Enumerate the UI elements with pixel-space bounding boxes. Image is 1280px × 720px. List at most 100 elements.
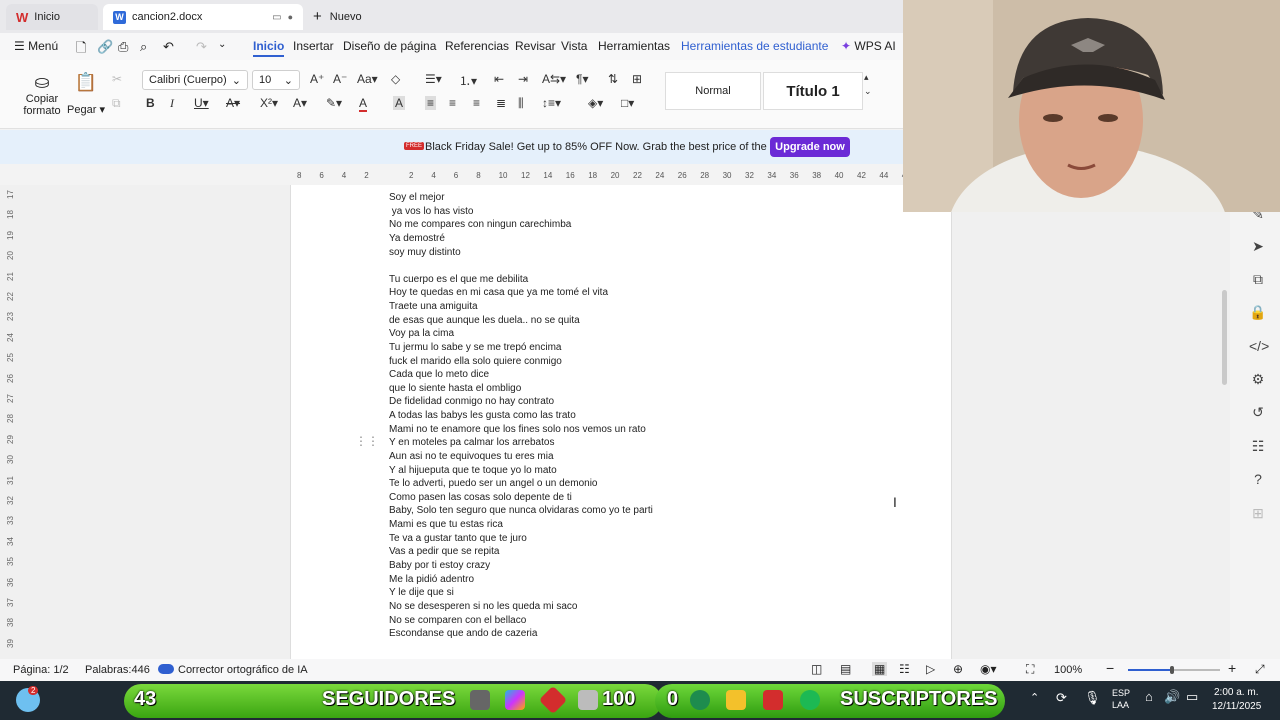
- styles-scroll-up-icon[interactable]: ▴: [864, 72, 869, 83]
- strikethrough-icon[interactable]: A▾: [226, 96, 240, 110]
- font-family-select[interactable]: Calibri (Cuerpo) ⌄: [142, 70, 248, 90]
- language-bottom[interactable]: LAA: [1112, 700, 1129, 710]
- document-line[interactable]: Y en moteles pa calmar los arrebatos: [389, 437, 554, 448]
- menu-tab-wps-ai[interactable]: ✦ WPS AI: [841, 39, 896, 53]
- play-icon[interactable]: ▷: [926, 662, 935, 676]
- grid-icon[interactable]: ⊞: [1249, 505, 1267, 523]
- document-line[interactable]: Ya demostré: [389, 233, 445, 244]
- shading-icon[interactable]: ◈▾: [588, 96, 603, 110]
- link-icon[interactable]: 🔗: [97, 39, 113, 55]
- document-line[interactable]: Vas a pedir que se repita: [389, 546, 499, 557]
- volume-icon[interactable]: 🔊: [1164, 689, 1180, 705]
- vertical-ruler[interactable]: 17 18 19 20 21 22 23 24 25 26 27 28 29 30 31 32 33 34 35 36…: [0, 190, 22, 655]
- outline-icon[interactable]: ☷: [1249, 438, 1267, 456]
- increase-indent-icon[interactable]: ⇥: [518, 72, 528, 86]
- distribute-icon[interactable]: ⫼: [518, 96, 524, 111]
- spotify-icon[interactable]: [800, 690, 820, 710]
- monitor-icon[interactable]: ▭: [272, 12, 281, 23]
- underline-icon[interactable]: U▾: [194, 96, 209, 110]
- document-line[interactable]: Soy el mejor: [389, 192, 445, 203]
- page-view-icon[interactable]: ▤: [840, 662, 851, 676]
- document-line[interactable]: Como pasen las cosas solo depente de ti: [389, 492, 572, 503]
- document-line[interactable]: Baby, Solo ten seguro que nunca olvidara…: [389, 505, 653, 516]
- table-icon[interactable]: ⊞: [632, 72, 642, 86]
- code-icon[interactable]: </>: [1249, 338, 1269, 356]
- zoom-slider-thumb[interactable]: [1170, 666, 1174, 674]
- document-line[interactable]: Te va a gustar tanto que te juro: [389, 533, 527, 544]
- copy-icon[interactable]: ⧉: [112, 96, 121, 111]
- drag-handle-icon[interactable]: ⋮⋮: [355, 434, 379, 448]
- highlight-icon[interactable]: ✎▾: [326, 96, 342, 110]
- document-line[interactable]: A todas las babys les gusta como las tra…: [389, 410, 576, 421]
- upgrade-now-button[interactable]: Upgrade now: [770, 137, 850, 157]
- document-line[interactable]: Y le dije que si: [389, 587, 454, 598]
- fit-page-icon[interactable]: ⛶: [1026, 662, 1034, 677]
- borders-icon[interactable]: □▾: [621, 96, 634, 110]
- zoom-out-icon[interactable]: −: [1106, 660, 1114, 676]
- lock-icon[interactable]: 🔒: [1249, 304, 1267, 322]
- italic-icon[interactable]: I: [170, 96, 174, 111]
- menu-tab-inicio[interactable]: Inicio: [253, 39, 285, 57]
- sort-icon[interactable]: ⇅: [608, 72, 618, 86]
- increase-font-icon[interactable]: A⁺: [310, 72, 324, 86]
- calculator-icon[interactable]: [578, 690, 598, 710]
- text-effect-icon[interactable]: A▾: [293, 96, 307, 110]
- battery-icon[interactable]: ▭: [1186, 689, 1198, 705]
- page-count[interactable]: Página: 1/2: [13, 664, 69, 676]
- copy-pages-icon[interactable]: ⧉: [1249, 271, 1267, 289]
- menu-tab-student-tools[interactable]: Herramientas de estudiante: [681, 39, 828, 53]
- document-line[interactable]: de esas que aunque les duela.. no se qui…: [389, 315, 580, 326]
- print-preview-icon[interactable]: ⌕: [140, 39, 147, 55]
- clock-date[interactable]: 12/11/2025: [1212, 701, 1261, 712]
- main-menu-button[interactable]: ☰ Menú: [14, 39, 58, 53]
- document-line[interactable]: No se desesperen si no les queda mi saco: [389, 601, 577, 612]
- app-icon-files[interactable]: [470, 690, 490, 710]
- eye-icon[interactable]: ◉▾: [980, 662, 997, 676]
- network-icon[interactable]: ⌂: [1145, 689, 1153, 704]
- web-layout-icon[interactable]: ⊕: [953, 662, 963, 676]
- document-line[interactable]: soy muy distinto: [389, 247, 461, 258]
- spellcheck-toggle[interactable]: [158, 664, 174, 674]
- undo-icon[interactable]: ↶: [163, 39, 174, 55]
- pointer-icon[interactable]: ➤: [1249, 238, 1267, 256]
- new-doc-icon[interactable]: 🗋: [76, 39, 86, 61]
- zoom-in-icon[interactable]: +: [1228, 660, 1236, 676]
- change-case-icon[interactable]: Aa▾: [357, 72, 378, 86]
- document-line[interactable]: Y al hijueputa que te toque yo lo mato: [389, 465, 557, 476]
- tab-document[interactable]: W cancion2.docx ▭ ●: [103, 4, 303, 30]
- tab-home[interactable]: W Inicio: [6, 4, 98, 30]
- document-line[interactable]: Hoy te quedas en mi casa que ya me tomé …: [389, 287, 608, 298]
- justify-icon[interactable]: ≣: [496, 96, 506, 110]
- copilot-icon[interactable]: [505, 690, 525, 710]
- style-normal[interactable]: Normal: [665, 72, 761, 110]
- horizontal-ruler[interactable]: 8 6 4 2 2 4 6 8 10 12 14 16 18 20 22 24 26 28 30 32 34 36 38 40…: [290, 170, 911, 184]
- document-line[interactable]: Me la pidió adentro: [389, 574, 474, 585]
- document-line[interactable]: Cada que lo meto dice: [389, 369, 489, 380]
- document-line[interactable]: Tu cuerpo es el que me debilita: [389, 274, 528, 285]
- help-icon[interactable]: ?: [1249, 471, 1267, 489]
- numbering-icon[interactable]: ⒈▾: [459, 72, 477, 89]
- history-icon[interactable]: ↺: [1249, 404, 1267, 422]
- menu-tab-vista[interactable]: Vista: [561, 39, 587, 53]
- chevron-down-icon[interactable]: ⌄: [218, 39, 226, 50]
- zoom-slider[interactable]: [1128, 666, 1220, 674]
- document-line[interactable]: No se comparen con el bellaco: [389, 615, 526, 626]
- document-line[interactable]: ya vos lo has visto: [389, 206, 474, 217]
- microphone-icon[interactable]: 🎙: [1084, 690, 1101, 706]
- font-size-select[interactable]: 10 ⌄: [252, 70, 300, 90]
- document-line[interactable]: Aun asi no te equivoques tu eres mia: [389, 451, 554, 462]
- font-color-icon[interactable]: A: [359, 96, 368, 112]
- clear-format-icon[interactable]: ◇: [391, 72, 400, 86]
- align-center-icon[interactable]: ≡: [449, 96, 456, 110]
- char-shading-icon[interactable]: A: [393, 96, 406, 110]
- menu-tab-revisar[interactable]: Revisar: [515, 39, 556, 53]
- chevron-up-icon[interactable]: ⌃: [1030, 691, 1039, 704]
- decrease-font-icon[interactable]: A⁻: [333, 72, 347, 86]
- print-layout-icon[interactable]: ▦: [872, 662, 888, 676]
- document-line[interactable]: De fidelidad conmigo no hay contrato: [389, 396, 554, 407]
- document-line[interactable]: Traete una amiguita: [389, 301, 478, 312]
- decrease-indent-icon[interactable]: ⇤: [494, 72, 504, 86]
- sliders-icon[interactable]: ⚙: [1249, 371, 1267, 389]
- document-line[interactable]: No me compares con ningun carechimba: [389, 219, 571, 230]
- styles-expand-icon[interactable]: ⌄: [864, 86, 872, 97]
